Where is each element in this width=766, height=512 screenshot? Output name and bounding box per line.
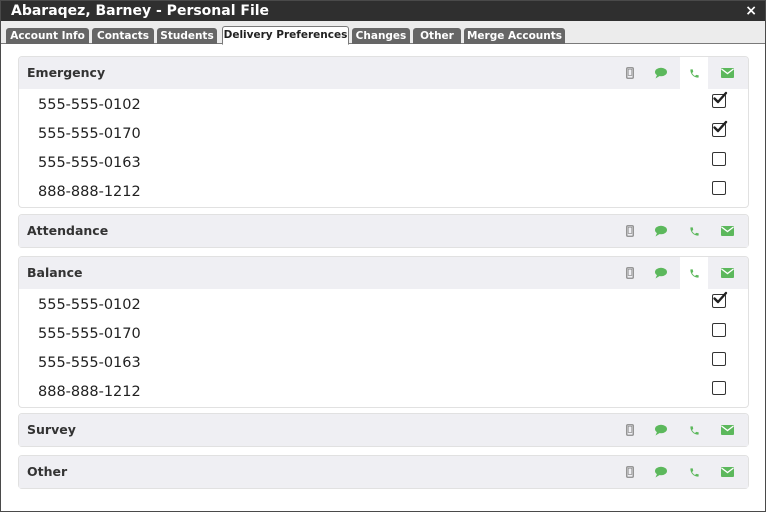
delivery-checkbox[interactable] xyxy=(712,91,728,108)
phone-number: 555-555-0102 xyxy=(38,97,141,113)
section-header[interactable]: Survey xyxy=(19,414,748,446)
tab-changes[interactable]: Changes xyxy=(352,28,410,44)
section-balance: Balance 555-555-0102 555-555-0170 555-555-0… xyxy=(18,256,749,408)
delivery-checkbox[interactable] xyxy=(712,381,726,395)
window-title: Abaraqez, Barney - Personal File xyxy=(11,3,270,19)
sms-chat-icon[interactable] xyxy=(647,414,675,446)
section-header[interactable]: Other xyxy=(19,456,748,488)
tab-merge-accounts[interactable]: Merge Accounts xyxy=(464,28,565,44)
phone-number: 555-555-0163 xyxy=(38,355,141,371)
phone-icon[interactable] xyxy=(680,215,708,247)
list-item: 555-555-0102 xyxy=(19,290,748,319)
delivery-preferences-panel: Emergency 555-555-0102 555-555-0170 555-555… xyxy=(1,45,765,511)
delivery-checkbox[interactable] xyxy=(712,152,726,166)
list-item: 888-888-1212 xyxy=(19,177,748,206)
list-item: 888-888-1212 xyxy=(19,377,748,406)
tab-contacts[interactable]: Contacts xyxy=(92,28,154,44)
email-icon[interactable] xyxy=(713,215,741,247)
mobile-icon[interactable] xyxy=(616,414,644,446)
personal-file-window: Abaraqez, Barney - Personal File × Accou… xyxy=(0,0,766,512)
mobile-icon[interactable] xyxy=(616,456,644,488)
section-header[interactable]: Balance xyxy=(19,257,748,289)
list-item: 555-555-0163 xyxy=(19,348,748,377)
section-title: Other xyxy=(27,464,68,479)
section-title: Attendance xyxy=(27,223,109,238)
mobile-icon[interactable] xyxy=(616,57,644,89)
section-emergency: Emergency 555-555-0102 555-555-0170 555-555… xyxy=(18,56,749,208)
phone-number: 555-555-0163 xyxy=(38,155,141,171)
phone-number: 888-888-1212 xyxy=(38,384,141,400)
email-icon[interactable] xyxy=(713,456,741,488)
delivery-checkbox[interactable] xyxy=(712,352,726,366)
phone-number: 888-888-1212 xyxy=(38,184,141,200)
phone-number: 555-555-0170 xyxy=(38,126,141,142)
phone-icon[interactable] xyxy=(680,414,708,446)
sms-chat-icon[interactable] xyxy=(647,456,675,488)
list-item: 555-555-0163 xyxy=(19,148,748,177)
mobile-icon[interactable] xyxy=(616,257,644,289)
email-icon[interactable] xyxy=(713,257,741,289)
section-survey: Survey xyxy=(18,413,749,447)
section-title: Emergency xyxy=(27,65,106,80)
list-item: 555-555-0170 xyxy=(19,319,748,348)
phone-icon[interactable] xyxy=(680,456,708,488)
section-title: Survey xyxy=(27,422,76,437)
mobile-icon[interactable] xyxy=(616,215,644,247)
list-item: 555-555-0170 xyxy=(19,119,748,148)
tab-delivery-preferences[interactable]: Delivery Preferences xyxy=(222,26,349,45)
title-bar: Abaraqez, Barney - Personal File × xyxy=(1,1,765,21)
delivery-checkbox[interactable] xyxy=(712,181,726,195)
sms-chat-icon[interactable] xyxy=(647,215,675,247)
section-header[interactable]: Attendance xyxy=(19,215,748,247)
tab-other[interactable]: Other xyxy=(413,28,461,44)
sms-chat-icon[interactable] xyxy=(647,257,675,289)
tab-students[interactable]: Students xyxy=(157,28,217,44)
section-header[interactable]: Emergency xyxy=(19,57,748,89)
delivery-checkbox[interactable] xyxy=(712,323,726,337)
delivery-checkbox[interactable] xyxy=(712,291,728,308)
email-icon[interactable] xyxy=(713,57,741,89)
tab-account-info[interactable]: Account Info xyxy=(6,28,89,44)
delivery-checkbox[interactable] xyxy=(712,120,728,137)
tab-bar: Account Info Contacts Students Delivery … xyxy=(1,21,765,45)
section-title: Balance xyxy=(27,265,83,280)
section-attendance: Attendance xyxy=(18,214,749,248)
phone-icon[interactable] xyxy=(680,257,708,289)
phone-number: 555-555-0102 xyxy=(38,297,141,313)
close-icon[interactable]: × xyxy=(745,2,757,20)
phone-icon[interactable] xyxy=(680,57,708,89)
list-item: 555-555-0102 xyxy=(19,90,748,119)
email-icon[interactable] xyxy=(713,414,741,446)
section-other: Other xyxy=(18,455,749,489)
sms-chat-icon[interactable] xyxy=(647,57,675,89)
phone-number: 555-555-0170 xyxy=(38,326,141,342)
